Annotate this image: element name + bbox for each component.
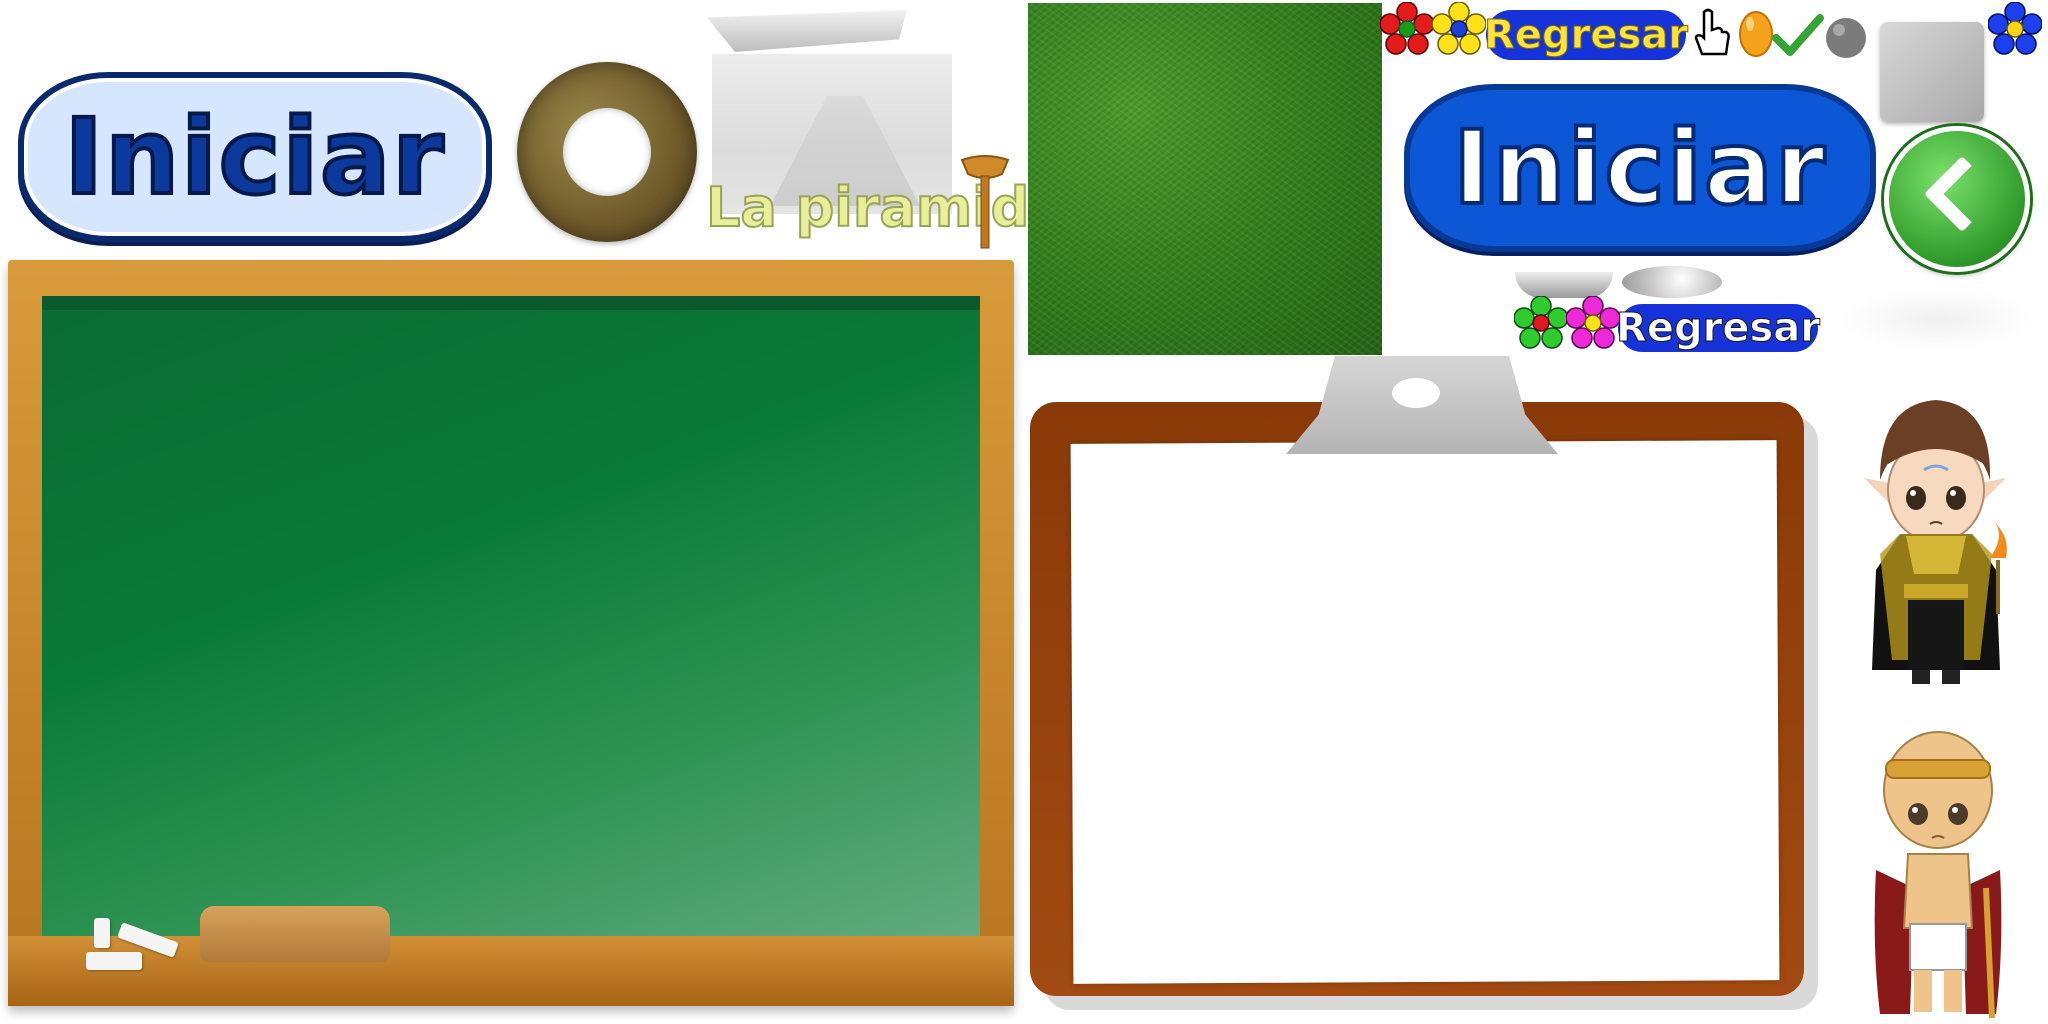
grass-texture (1028, 3, 1382, 355)
torch-icon (960, 155, 1010, 249)
elf-mage-character (1864, 400, 2007, 684)
flower-green-icon (1514, 296, 1568, 349)
flower-red-icon (1380, 2, 1434, 55)
hand-cursor-icon (1694, 8, 1730, 56)
orange-gem-icon (1739, 11, 1773, 57)
stone-slab-sprite (707, 10, 907, 52)
stone-block-sprite (1880, 22, 1984, 122)
clipboard-clip-hole (1392, 378, 1440, 408)
iniciar-button-dark[interactable]: Iniciar (1404, 84, 1876, 252)
chalkboard-surface (42, 296, 980, 936)
iniciar-button-light[interactable]: Iniciar (18, 72, 492, 242)
back-arrow-button[interactable] (1884, 126, 2030, 272)
clipboard-paper (1070, 440, 1780, 984)
regresar-button-yellow[interactable]: Regresar (1484, 10, 1688, 60)
monk-character (1874, 731, 2002, 1019)
flower-yellow-icon (1432, 2, 1486, 55)
shadow-oval-sprite (1838, 286, 2038, 352)
chalk-piece (94, 918, 110, 948)
eraser (200, 906, 390, 962)
regresar-button-white[interactable]: Regresar (1616, 304, 1820, 352)
chalk-piece (86, 952, 142, 970)
silver-half-lens-sprite (1515, 272, 1613, 298)
silver-lens-sprite (1622, 266, 1722, 298)
gray-ball-icon (1826, 18, 1866, 58)
flower-blue-icon (1988, 2, 2042, 55)
stone-ring-sprite (517, 62, 697, 242)
checkmark-icon (1772, 14, 1824, 56)
flower-magenta-icon (1566, 296, 1620, 349)
piramide-title: La piramide (705, 175, 1067, 240)
